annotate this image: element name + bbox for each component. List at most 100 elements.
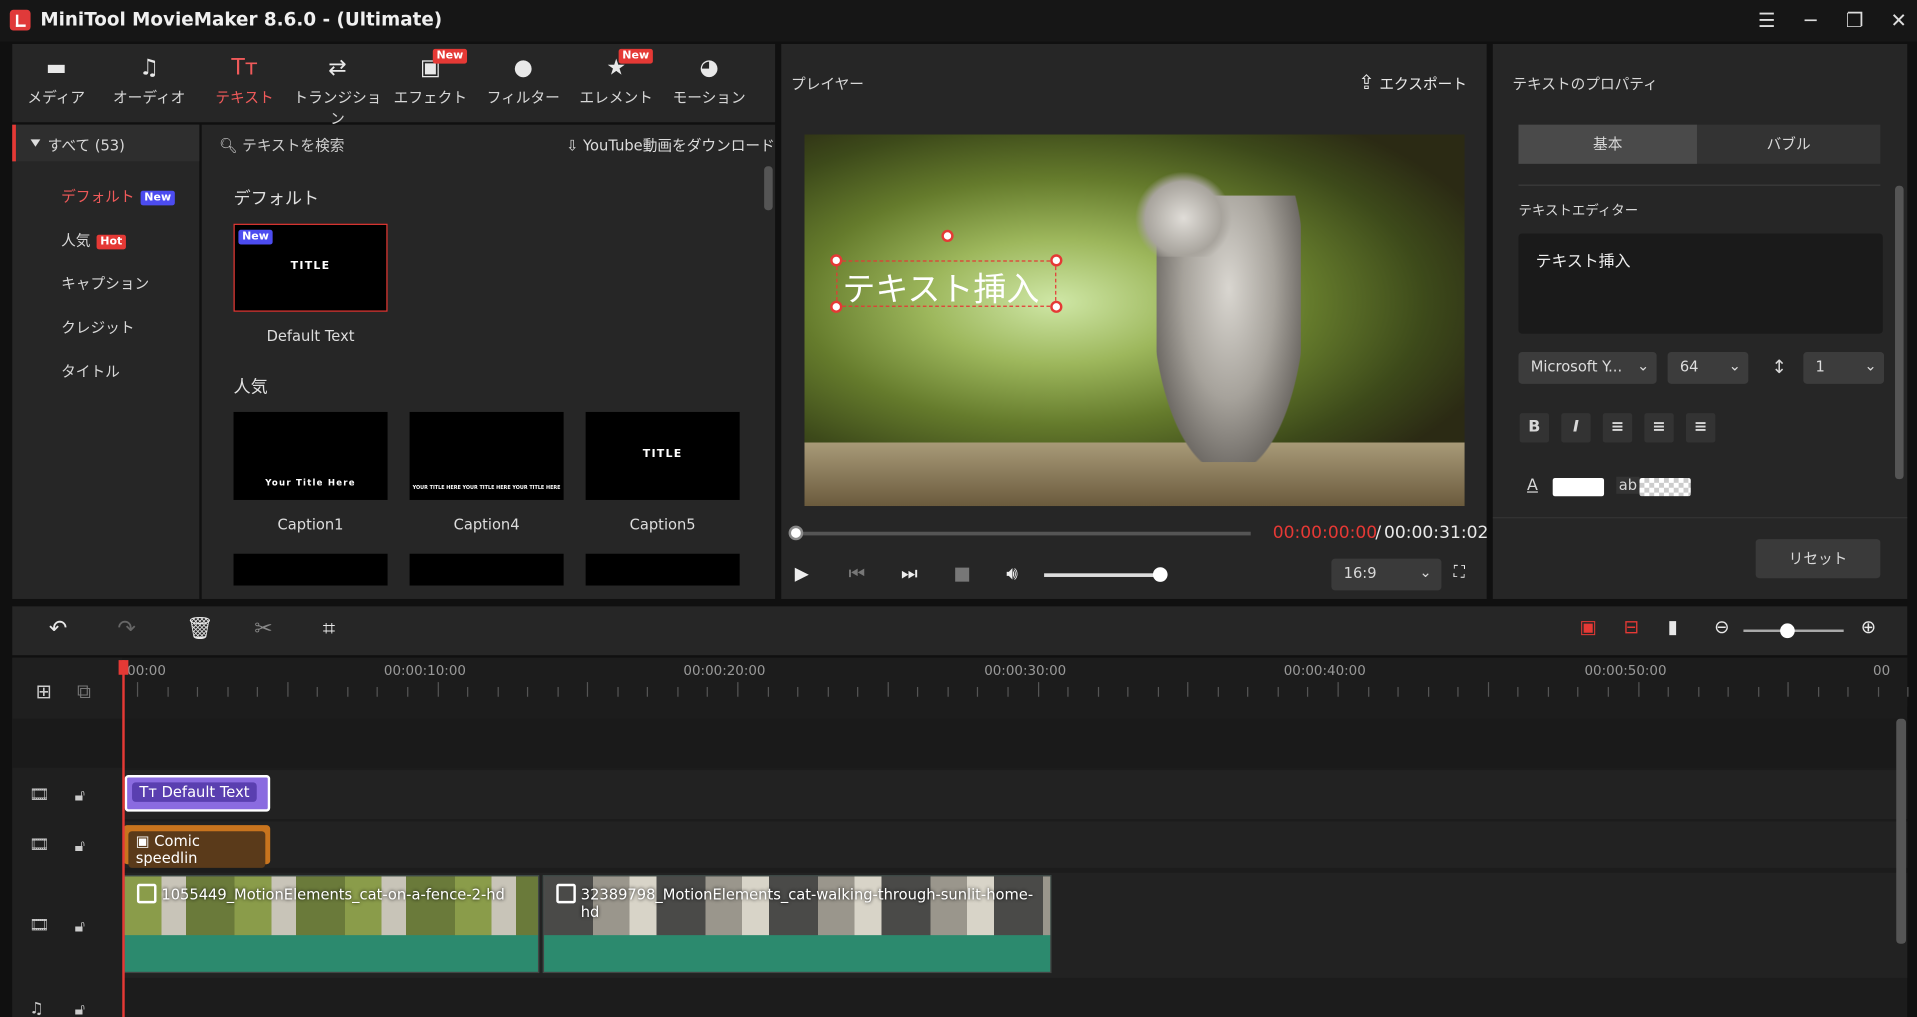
split-marker-icon[interactable]: ▣ bbox=[1580, 616, 1597, 638]
text-track bbox=[122, 770, 1908, 820]
video-clip[interactable]: 32389798_MotionElements_cat-walking-thro… bbox=[542, 875, 1052, 974]
tab-filter[interactable]: ● フィルター bbox=[479, 44, 567, 122]
zoom-out-icon[interactable]: ⊖ bbox=[1714, 616, 1729, 638]
text-clip[interactable]: Tт Default Text bbox=[124, 775, 271, 812]
ruler-tick bbox=[136, 682, 139, 697]
download-icon: ⇩ bbox=[566, 136, 579, 155]
zoom-in-icon[interactable]: ⊕ bbox=[1861, 616, 1876, 638]
thumb-text: TITLE bbox=[642, 448, 683, 461]
text-template-thumb[interactable]: TITLE bbox=[585, 411, 740, 500]
category-title[interactable]: タイトル bbox=[61, 361, 120, 382]
seek-bar[interactable] bbox=[795, 531, 1251, 536]
tab-media[interactable]: ▬ メディア bbox=[12, 44, 100, 122]
text-template-thumb[interactable] bbox=[409, 553, 564, 586]
align-left-icon[interactable]: ≡ bbox=[1602, 413, 1633, 443]
text-template-thumb[interactable] bbox=[233, 553, 388, 586]
background-color-swatch[interactable] bbox=[1639, 477, 1691, 497]
undo-icon[interactable]: ↶ bbox=[49, 616, 67, 642]
playhead[interactable] bbox=[122, 660, 125, 1017]
text-template-thumb[interactable]: New TITLE bbox=[233, 223, 388, 312]
play-button[interactable]: ▶ bbox=[795, 562, 809, 584]
ruler-tick bbox=[1067, 686, 1069, 697]
lock-icon[interactable]: 🔓︎ bbox=[75, 1001, 85, 1017]
tab-transition[interactable]: ⇄ トランジション bbox=[293, 44, 381, 128]
resize-handle[interactable] bbox=[830, 300, 843, 313]
category-sidebar: すべて (53) デフォルト New 人気 Hot キャプション クレジット タイト… bbox=[12, 124, 200, 599]
volume-icon[interactable]: 🔊︎ bbox=[1006, 562, 1018, 584]
align-right-icon[interactable]: ≡ bbox=[1685, 413, 1716, 443]
category-caption[interactable]: キャプション bbox=[61, 273, 149, 294]
ruler-tick bbox=[1157, 686, 1159, 697]
chevron-down-icon: ⌄ bbox=[1419, 563, 1432, 581]
search-input[interactable]: 🔍︎ テキストを検索 bbox=[219, 134, 345, 155]
volume-slider[interactable] bbox=[1044, 573, 1162, 577]
app-title: MiniTool MovieMaker 8.6.0 - (Ultimate) bbox=[40, 8, 443, 31]
close-button[interactable]: ✕ bbox=[1883, 6, 1915, 35]
ruler-tick bbox=[1487, 682, 1489, 697]
add-track-icon[interactable]: ⊞ bbox=[35, 680, 51, 703]
italic-button[interactable]: I bbox=[1561, 413, 1591, 443]
timeline-scrollbar[interactable] bbox=[1896, 718, 1907, 944]
category-credit[interactable]: クレジット bbox=[61, 317, 134, 338]
tab-label: モーション bbox=[672, 89, 746, 107]
redo-icon[interactable]: ↷ bbox=[117, 616, 135, 642]
reset-button[interactable]: リセット bbox=[1755, 539, 1881, 579]
rotate-handle[interactable] bbox=[941, 229, 954, 243]
text-overlay-box[interactable]: テキスト挿入 bbox=[830, 229, 1063, 313]
tab-audio[interactable]: ♫ オーディオ bbox=[105, 44, 193, 122]
tab-text[interactable]: Tт テキスト bbox=[201, 44, 289, 122]
stop-button[interactable]: ■ bbox=[954, 562, 971, 584]
split-icon[interactable]: ✂ bbox=[254, 616, 272, 642]
lock-icon[interactable]: 🔓︎ bbox=[75, 837, 85, 855]
line-spacing-select[interactable]: 1 ⌄ bbox=[1803, 352, 1885, 384]
font-select[interactable]: Microsoft Y... ⌄ bbox=[1518, 352, 1657, 384]
text-template-thumb[interactable]: YOUR TITLE HERE YOUR TITLE HERE YOUR TIT… bbox=[409, 411, 564, 500]
font-size-select[interactable]: 64 ⌄ bbox=[1667, 352, 1749, 384]
resize-handle[interactable] bbox=[1050, 254, 1063, 267]
lock-icon[interactable]: 🔓︎ bbox=[75, 787, 85, 805]
time-ruler[interactable]: 00:00 00:00:10:00 00:00:20:00 00:00:30:00 00… bbox=[122, 657, 1910, 707]
playhead-handle[interactable] bbox=[118, 660, 129, 675]
fullscreen-icon[interactable]: ⛶ bbox=[1454, 564, 1465, 582]
delete-icon[interactable]: 🗑︎ bbox=[186, 616, 214, 642]
previous-frame-button[interactable]: ⏮ bbox=[848, 562, 865, 584]
minimize-button[interactable]: ─ bbox=[1795, 6, 1827, 35]
ruler-label: 00:00:10:00 bbox=[383, 662, 466, 679]
bold-button[interactable]: B bbox=[1519, 413, 1550, 443]
text-template-thumb[interactable] bbox=[585, 553, 740, 586]
seek-handle[interactable] bbox=[788, 525, 804, 541]
copy-track-icon[interactable]: ⧉ bbox=[77, 680, 91, 704]
resize-handle[interactable] bbox=[1050, 300, 1063, 313]
aspect-ratio-select[interactable]: 16:9 ⌄ bbox=[1331, 558, 1442, 591]
effect-clip[interactable]: ▣ Comic speedlin bbox=[123, 825, 271, 868]
next-frame-button[interactable]: ⏭ bbox=[901, 562, 918, 584]
library-scrollbar[interactable] bbox=[764, 166, 773, 211]
tab-effects[interactable]: New ▣ エフェクト bbox=[386, 44, 474, 122]
zoom-handle[interactable] bbox=[1780, 623, 1795, 639]
category-all[interactable]: すべて (53) bbox=[12, 124, 200, 162]
video-clip[interactable]: 1055449_MotionElements_cat-on-a-fence-2-… bbox=[123, 875, 540, 974]
trim-icon[interactable]: ⊟ bbox=[1624, 616, 1639, 638]
youtube-download-button[interactable]: ⇩ YouTube動画をダウンロード bbox=[566, 134, 775, 155]
tab-element[interactable]: New ★ エレメント bbox=[572, 44, 660, 122]
restore-button[interactable]: ❐ bbox=[1839, 6, 1871, 35]
resize-handle[interactable] bbox=[830, 254, 843, 267]
text-color-swatch[interactable] bbox=[1552, 477, 1605, 497]
fit-timeline-icon[interactable]: ▮ bbox=[1668, 616, 1678, 638]
crop-icon[interactable]: ⌗ bbox=[323, 616, 335, 642]
ruler-tick bbox=[467, 686, 469, 697]
video-preview[interactable]: テキスト挿入 bbox=[804, 134, 1465, 507]
align-center-icon[interactable]: ≡ bbox=[1644, 413, 1674, 443]
text-editor-field[interactable]: テキスト挿入 bbox=[1518, 233, 1883, 334]
tab-bubble[interactable]: バブル bbox=[1697, 125, 1880, 164]
tab-motion[interactable]: ◕ モーション bbox=[665, 44, 753, 122]
tab-basic[interactable]: 基本 bbox=[1518, 124, 1697, 164]
category-default[interactable]: デフォルト New bbox=[61, 186, 175, 207]
text-template-thumb[interactable]: Your Title Here bbox=[233, 411, 388, 500]
volume-handle[interactable] bbox=[1152, 567, 1168, 582]
lock-icon[interactable]: 🔓︎ bbox=[75, 918, 85, 936]
export-button[interactable]: ⇪ エクスポート bbox=[1358, 71, 1467, 94]
menu-icon[interactable]: ☰ bbox=[1751, 6, 1783, 35]
properties-scrollbar[interactable] bbox=[1895, 185, 1904, 480]
category-popular[interactable]: 人気 Hot bbox=[61, 230, 126, 251]
